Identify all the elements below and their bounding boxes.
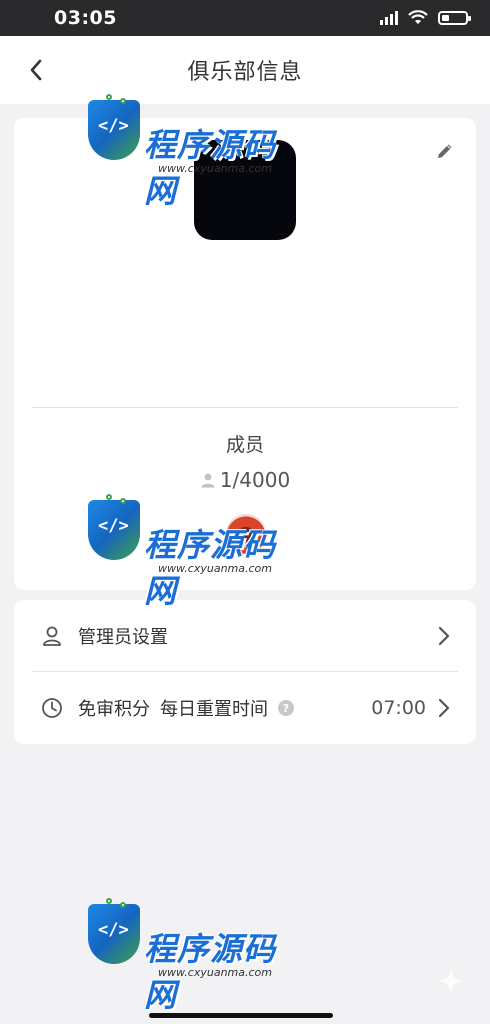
reset-time-label: 每日重置时间 (160, 699, 268, 720)
club-avatar[interactable] (194, 140, 296, 240)
wifi-icon (408, 10, 428, 24)
help-icon[interactable]: ? (278, 700, 294, 716)
member-count-value: 1/4000 (219, 468, 291, 492)
status-time: 03:05 (54, 7, 117, 29)
divider (32, 407, 458, 408)
status-bar: 03:05 (0, 0, 490, 36)
club-info-card: 成员 1/4000 (14, 118, 476, 590)
watermark: </> 程序源码网 www.cxyuanma.com (88, 898, 298, 1014)
battery-icon (438, 11, 471, 25)
clock-icon (40, 696, 64, 720)
admin-settings-row[interactable]: 管理员设置 (14, 600, 476, 672)
pencil-icon (438, 144, 452, 158)
reset-time-value: 07:00 (371, 697, 426, 719)
edit-button[interactable] (432, 138, 458, 164)
admin-settings-label: 管理员设置 (78, 627, 168, 648)
members-title: 成员 (225, 434, 264, 456)
watermark-url: www.cxyuanma.com (158, 966, 272, 979)
chevron-right-icon (436, 698, 452, 718)
member-avatar[interactable] (226, 514, 266, 554)
watermark-code: </> (98, 920, 129, 940)
signal-icon (380, 11, 398, 25)
watermark-text: 程序源码网 (144, 930, 277, 1014)
members-count: 1/4000 (14, 468, 476, 492)
points-label: 免审积分 (78, 699, 150, 720)
back-button[interactable] (16, 50, 56, 90)
person-icon (201, 473, 215, 488)
battery-level (442, 15, 449, 21)
status-icons (380, 10, 471, 26)
settings-card: 管理员设置 免审积分 每日重置时间 ? 07:00 (14, 600, 476, 744)
page-title: 俱乐部信息 (187, 60, 303, 85)
chevron-left-icon (30, 59, 42, 81)
chevron-right-icon (436, 626, 452, 646)
sparkle-icon (437, 967, 465, 995)
points-reset-row[interactable]: 免审积分 每日重置时间 ? 07:00 (14, 672, 476, 744)
nav-bar: 俱乐部信息 (0, 36, 490, 104)
watermark-logo-icon (88, 904, 140, 964)
home-indicator[interactable] (149, 1013, 333, 1018)
person-outline-icon (40, 624, 64, 648)
